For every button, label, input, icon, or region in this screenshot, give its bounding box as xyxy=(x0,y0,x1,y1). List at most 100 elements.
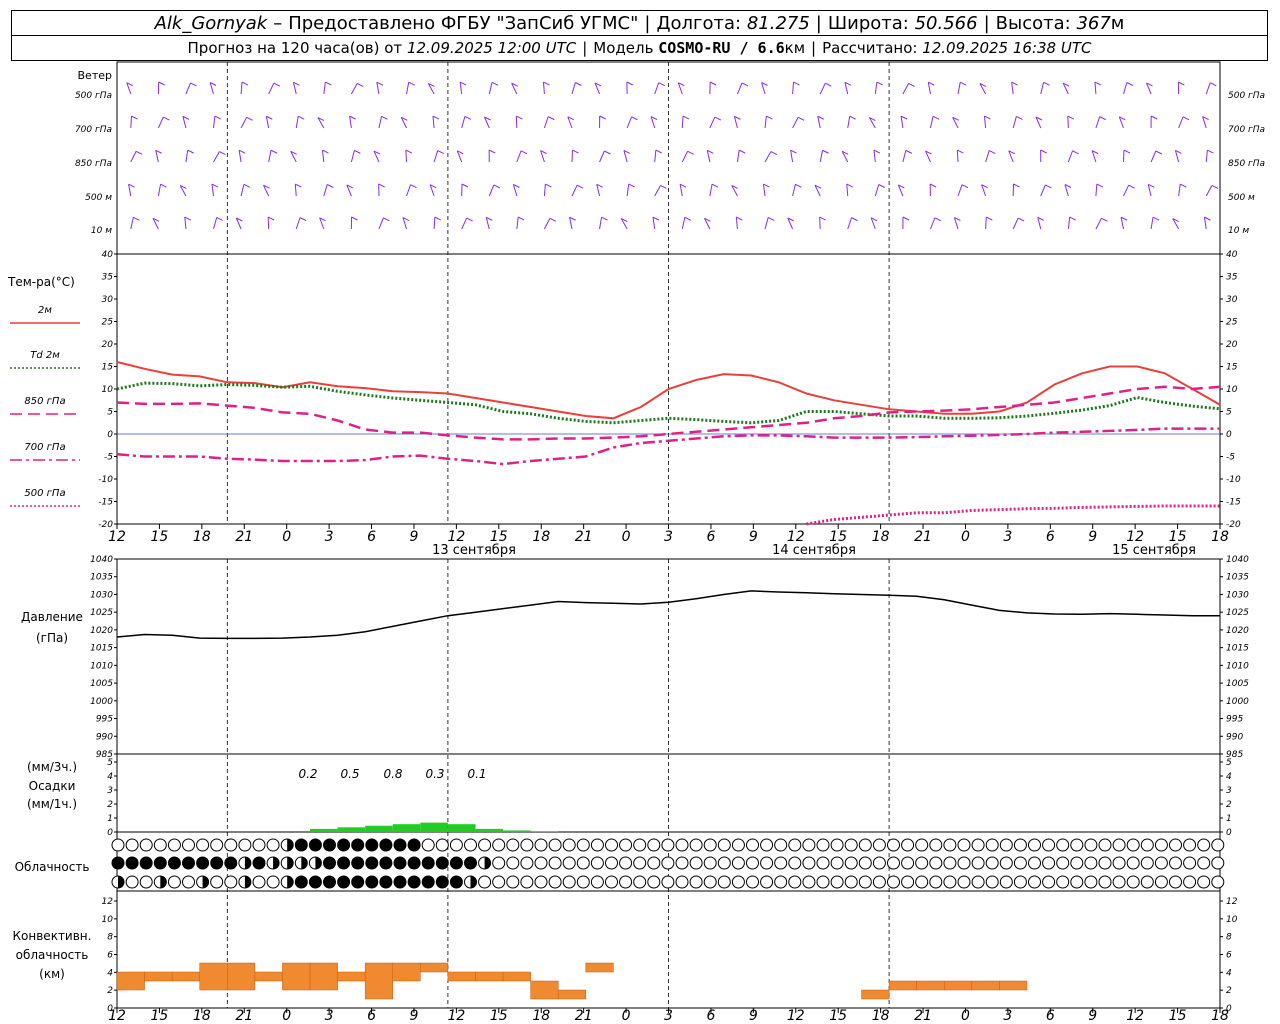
conv-cloud-bar xyxy=(309,962,338,991)
cloud-cover-symbol xyxy=(1140,856,1154,870)
conv-cloud-bar xyxy=(557,989,587,1000)
cloud-cover-symbol xyxy=(971,838,985,852)
cloud-cover-symbol xyxy=(224,856,238,870)
wind-barb xyxy=(679,184,683,197)
cloud-cover-symbol xyxy=(1042,838,1056,852)
cloud-cover-symbol xyxy=(1112,838,1126,852)
pressure-title: Давление xyxy=(21,610,83,624)
cloud-title: Облачность xyxy=(15,860,90,874)
cloud-cover-symbol xyxy=(844,875,858,889)
pressure-tick-right: 1030 xyxy=(1226,590,1249,600)
cloud-cover-symbol xyxy=(788,838,802,852)
cloud-cover-symbol xyxy=(689,838,703,852)
cloud-cover-symbol xyxy=(139,856,153,870)
temp-tick-right: 35 xyxy=(1226,273,1238,283)
cloud-cover-symbol xyxy=(167,856,181,870)
cloud-cover-half xyxy=(315,857,322,869)
wind-barb-feather xyxy=(133,216,140,221)
wind-barb-feather xyxy=(187,149,194,154)
wind-barb xyxy=(130,217,134,230)
wind-barb-feather xyxy=(655,149,663,154)
pressure-tick-left: 990 xyxy=(96,732,113,742)
precip-bar xyxy=(365,825,393,832)
wind-level-label-right: 850 гПа xyxy=(1228,159,1265,169)
wind-barb xyxy=(764,217,769,230)
wind-barb xyxy=(844,82,849,95)
wind-barb xyxy=(1203,217,1207,230)
conv-tick-right: 6 xyxy=(1226,951,1232,961)
conv-cloud-bar xyxy=(999,980,1028,991)
cloud-cover-symbol xyxy=(492,875,506,889)
conv-cloud-bar xyxy=(530,980,559,1000)
time-tick-label-top: 3 xyxy=(1003,529,1012,545)
cloud-cover-symbol xyxy=(943,856,957,870)
wind-barb xyxy=(1067,217,1071,230)
wind-barb-feather xyxy=(464,115,472,120)
cloud-cover-symbol xyxy=(633,856,647,870)
cloud-cover-symbol xyxy=(590,838,604,852)
time-tick-label-top: 3 xyxy=(664,529,673,545)
wind-barb-feather xyxy=(160,183,167,188)
cloud-cover-half xyxy=(202,876,209,888)
wind-barb-feather xyxy=(1207,149,1214,154)
precip-bar xyxy=(337,827,366,832)
temp-tick-left: 30 xyxy=(102,295,114,305)
wind-barb xyxy=(792,81,795,95)
cloud-cover-symbol xyxy=(957,875,971,889)
wind-barb-feather xyxy=(405,149,413,154)
cloud-cover-symbol xyxy=(520,875,534,889)
cloud-cover-symbol xyxy=(703,875,717,889)
conv-cloud-bar xyxy=(475,971,504,982)
cloud-cover-symbol xyxy=(365,856,379,870)
precip-tick-right: 2 xyxy=(1226,800,1232,810)
cloud-cover-half xyxy=(118,876,124,888)
wind-barb xyxy=(1011,82,1014,95)
precip-amount-label: 0.3 xyxy=(425,767,444,781)
conv-tick-left: 4 xyxy=(107,968,113,978)
cloud-cover-symbol xyxy=(196,838,210,852)
cloud-cover-symbol xyxy=(605,875,618,889)
wind-barb xyxy=(1205,82,1211,95)
wind-barb xyxy=(488,184,495,197)
cloud-cover-symbol xyxy=(858,838,872,852)
wind-barb xyxy=(1205,150,1208,163)
conv-cloud-bar xyxy=(585,962,614,973)
wind-barb-feather xyxy=(687,150,694,155)
cloud-cover-symbol xyxy=(999,875,1013,889)
wind-barb-feather xyxy=(876,81,884,86)
cloud-cover-symbol xyxy=(534,838,548,852)
wind-barb xyxy=(681,151,689,163)
cloud-cover-symbol xyxy=(125,875,139,889)
cloud-cover-symbol xyxy=(717,875,731,889)
wind-barb xyxy=(929,116,934,129)
cloud-cover-symbol xyxy=(703,856,717,870)
wind-barb-feather xyxy=(905,149,913,154)
wind-barb xyxy=(295,116,299,129)
cloud-cover-symbol xyxy=(520,856,534,870)
wind-barb xyxy=(294,183,297,197)
cloud-cover-symbol xyxy=(464,838,477,852)
pressure-tick-left: 1040 xyxy=(90,555,113,565)
wind-barb xyxy=(1150,150,1157,163)
cloud-cover-symbol xyxy=(407,856,421,870)
cloud-cover-symbol xyxy=(633,875,647,889)
cloud-cover-symbol xyxy=(1070,838,1084,852)
wind-barb-feather xyxy=(1013,183,1020,188)
cloud-cover-symbol xyxy=(999,838,1013,852)
wind-barb-feather xyxy=(986,216,993,221)
cloud-cover-symbol xyxy=(746,875,759,889)
wind-barb-feather xyxy=(957,149,964,154)
wind-barb xyxy=(571,184,578,197)
cloud-cover-symbol xyxy=(858,856,872,870)
wind-barb-feather xyxy=(932,115,940,120)
cloud-cover-symbol xyxy=(111,838,125,852)
wind-barb xyxy=(184,217,187,230)
wind-barb-feather xyxy=(1182,116,1190,121)
wind-barb xyxy=(1067,115,1069,129)
wind-barb-feather xyxy=(988,150,996,155)
wind-barb-feather xyxy=(356,83,364,87)
cloud-cover-symbol xyxy=(576,875,590,889)
cloud-cover-symbol xyxy=(478,875,492,889)
precip-tick-left: 4 xyxy=(107,772,113,782)
cloud-cover-symbol xyxy=(590,856,604,870)
